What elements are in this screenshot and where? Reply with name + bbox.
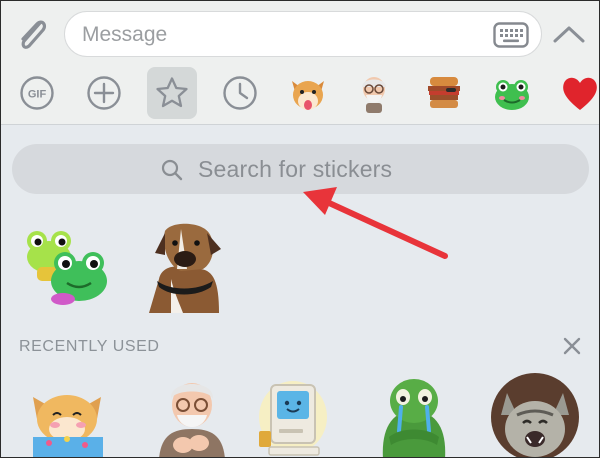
shiba-sticker-icon — [292, 81, 324, 110]
composer-area: Message GIF — [1, 1, 599, 125]
paperclip-icon[interactable] — [13, 13, 51, 55]
message-placeholder: Message — [82, 23, 168, 46]
recently-used-title: RECENTLY USED — [19, 338, 160, 355]
old-man-sticker-icon — [362, 77, 386, 113]
search-icon — [161, 159, 183, 181]
tab-add[interactable] — [79, 67, 129, 119]
computer-sticker[interactable] — [251, 377, 331, 458]
tab-pack-heart[interactable] — [555, 67, 599, 119]
tab-pack-grandpa[interactable] — [349, 67, 399, 119]
close-icon[interactable] — [561, 335, 583, 357]
tab-pack-burger[interactable] — [419, 67, 469, 119]
message-input[interactable]: Message — [64, 11, 542, 57]
tab-pack-frog[interactable] — [487, 67, 537, 119]
search-placeholder: Search for stickers — [198, 156, 393, 182]
keyboard-icon[interactable] — [493, 22, 529, 48]
sticker-panel: Message GIF Search for stickers RECENTLY… — [0, 0, 600, 458]
tab-pack-shiba[interactable] — [283, 67, 333, 119]
old-man-clapping-sticker[interactable] — [149, 373, 235, 458]
heart-icon — [563, 77, 597, 110]
crying-frog-sticker[interactable] — [371, 371, 457, 458]
cat-sticker[interactable] — [487, 371, 583, 458]
tab-favorites[interactable] — [147, 67, 197, 119]
sticker-tabs: GIF — [1, 67, 599, 121]
burger-sticker-icon — [428, 77, 460, 108]
clock-icon — [223, 76, 257, 110]
star-icon — [156, 77, 188, 108]
shiba-gift-sticker[interactable] — [25, 379, 111, 458]
tab-gif[interactable]: GIF — [12, 67, 62, 119]
tab-recent[interactable] — [215, 67, 265, 119]
boxer-dog-sticker[interactable] — [141, 219, 227, 313]
tab-gif-label: GIF — [28, 89, 47, 101]
frogs-sticker[interactable] — [17, 225, 117, 307]
chevron-up-icon[interactable] — [552, 23, 586, 45]
sticker-search-input[interactable]: Search for stickers — [12, 144, 589, 194]
frog-sticker-icon — [495, 80, 529, 110]
gif-icon: GIF — [20, 76, 54, 110]
plus-circle-icon — [87, 76, 121, 110]
